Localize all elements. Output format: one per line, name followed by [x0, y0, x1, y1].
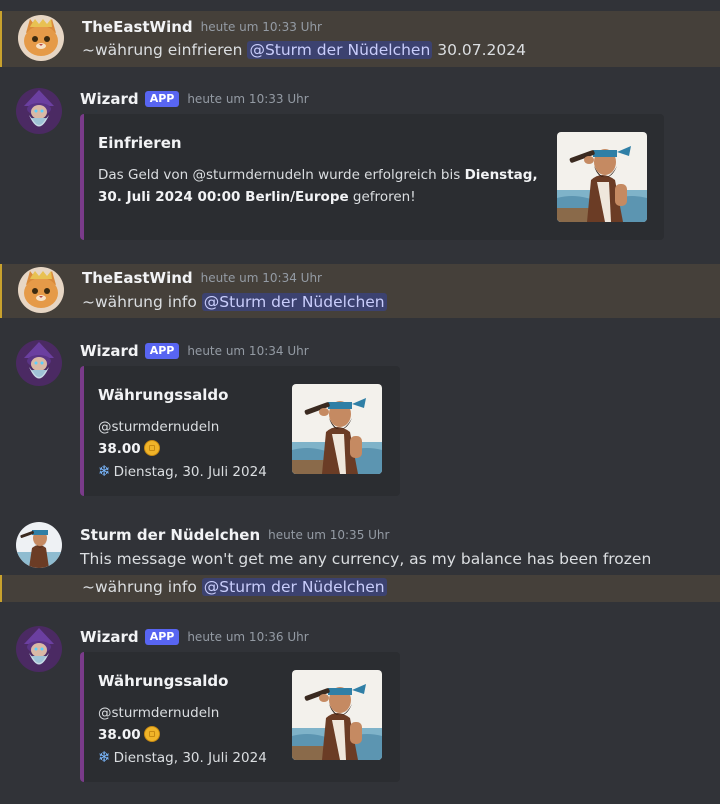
command-text: ~währung info: [82, 293, 202, 311]
embed-title: Währungssaldo: [98, 386, 229, 404]
user-mention[interactable]: @Sturm der Nüdelchen: [201, 578, 387, 596]
embed-thumbnail[interactable]: [292, 670, 382, 760]
snowflake-icon: ❄: [98, 748, 111, 766]
embed-description: @sturmdernudeln 38.00 ❄ Dienstag, 30. Jul…: [98, 416, 298, 483]
message-theeastwind-2: TheEastWind heute um 10:34 Uhr ~währung …: [0, 264, 720, 318]
coin-icon: [143, 726, 160, 742]
app-badge: APP: [144, 629, 180, 645]
balance-line: 38.00: [98, 438, 298, 460]
username[interactable]: TheEastWind: [82, 18, 193, 36]
username[interactable]: Wizard: [80, 90, 139, 108]
frozen-date: Dienstag, 30. Juli 2024: [113, 750, 267, 766]
snowflake-icon: ❄: [98, 462, 111, 480]
timestamp: heute um 10:35 Uhr: [268, 528, 390, 542]
username[interactable]: Wizard: [80, 628, 139, 646]
embed-description: @sturmdernudeln 38.00 ❄ Dienstag, 30. Jul…: [98, 702, 298, 769]
username[interactable]: Wizard: [80, 342, 139, 360]
message-content: This message won't get me any currency, …: [80, 550, 652, 568]
message-sturm-1: Sturm der Nüdelchen heute um 10:35 Uhr T…: [0, 520, 720, 572]
coin-icon: [143, 440, 160, 456]
balance-value: 38.00: [98, 441, 141, 457]
username[interactable]: TheEastWind: [82, 269, 193, 287]
desc-date-bold-2: 30. Juli 2024 00:00 Berlin/Europe: [98, 189, 349, 205]
message-wizard-2: Wizard APP heute um 10:34 Uhr Währungssa…: [0, 338, 720, 500]
app-badge: APP: [144, 91, 180, 107]
message-wizard-3: Wizard APP heute um 10:36 Uhr Währungssa…: [0, 624, 720, 786]
message-content: ~währung info @Sturm der Nüdelchen: [82, 291, 387, 313]
avatar-sturm[interactable]: [16, 522, 62, 568]
message-content: ~währung einfrieren @Sturm der Nüdelchen…: [82, 39, 526, 61]
embed-description: Das Geld von @sturmdernudeln wurde erfol…: [98, 164, 538, 208]
desc-text-end: gefroren!: [348, 189, 416, 205]
timestamp: heute um 10:34 Uhr: [187, 344, 309, 358]
timestamp: heute um 10:36 Uhr: [187, 630, 309, 644]
frozen-line: ❄ Dienstag, 30. Juli 2024: [98, 746, 298, 769]
timestamp: heute um 10:34 Uhr: [200, 271, 322, 285]
message-sturm-followup: ~währung info @Sturm der Nüdelchen: [0, 575, 720, 602]
user-mention[interactable]: @Sturm der Nüdelchen: [201, 293, 387, 311]
avatar-theeastwind[interactable]: [18, 267, 64, 313]
app-badge: APP: [144, 343, 180, 359]
date-text: 30.07.2024: [432, 41, 526, 59]
command-text: ~währung info: [82, 578, 202, 596]
username[interactable]: Sturm der Nüdelchen: [80, 526, 260, 544]
frozen-line: ❄ Dienstag, 30. Juli 2024: [98, 460, 298, 483]
avatar-wizard[interactable]: [16, 340, 62, 386]
avatar-theeastwind[interactable]: [18, 15, 64, 61]
desc-date-bold: Dienstag,: [464, 167, 538, 183]
avatar-wizard[interactable]: [16, 88, 62, 134]
message-wizard-1: Wizard APP heute um 10:33 Uhr Einfrieren…: [0, 86, 720, 246]
embed-user: @sturmdernudeln: [98, 419, 220, 435]
embed-user: @sturmdernudeln: [98, 705, 220, 721]
timestamp: heute um 10:33 Uhr: [200, 20, 322, 34]
embed-card: Währungssaldo @sturmdernudeln 38.00 ❄ Die…: [80, 366, 400, 496]
embed-card: Währungssaldo @sturmdernudeln 38.00 ❄ Die…: [80, 652, 400, 782]
timestamp: heute um 10:33 Uhr: [187, 92, 309, 106]
user-mention[interactable]: @Sturm der Nüdelchen: [247, 41, 433, 59]
embed-title: Währungssaldo: [98, 672, 229, 690]
avatar-wizard[interactable]: [16, 626, 62, 672]
embed-thumbnail[interactable]: [292, 384, 382, 474]
message-theeastwind-1: TheEastWind heute um 10:33 Uhr ~währung …: [0, 11, 720, 67]
desc-text: Das Geld von @sturmdernudeln wurde erfol…: [98, 167, 465, 183]
balance-line: 38.00: [98, 724, 298, 746]
message-content: ~währung info @Sturm der Nüdelchen: [82, 576, 387, 598]
embed-thumbnail[interactable]: [557, 132, 647, 222]
command-text: ~währung einfrieren: [82, 41, 248, 59]
embed-card: Einfrieren Das Geld von @sturmdernudeln …: [80, 114, 664, 240]
frozen-date: Dienstag, 30. Juli 2024: [113, 464, 267, 480]
balance-value: 38.00: [98, 727, 141, 743]
embed-title: Einfrieren: [98, 134, 182, 152]
